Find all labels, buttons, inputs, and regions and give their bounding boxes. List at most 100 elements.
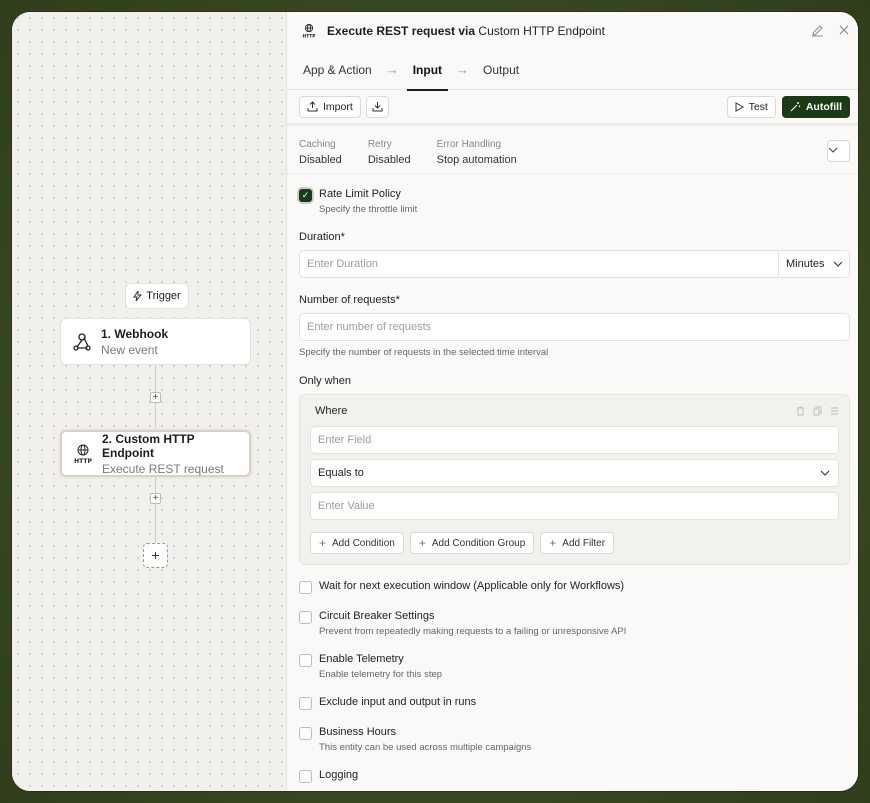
trigger-label: Trigger (146, 290, 181, 302)
svg-text:HTTP: HTTP (303, 34, 317, 39)
wait-window-option: Wait for next execution window (Applicab… (299, 580, 850, 594)
rate-limit-checkbox[interactable]: ✓ (299, 189, 312, 202)
autofill-label: Autofill (805, 100, 842, 113)
only-when-label: Only when (299, 375, 351, 387)
tab-input[interactable]: Input (406, 50, 449, 91)
http-endpoint-node[interactable]: HTTP 2. Custom HTTP Endpoint Execute RES… (60, 430, 251, 477)
requests-placeholder: Enter number of requests (307, 321, 432, 333)
import-button[interactable]: Import (299, 95, 361, 118)
setting-label: Caching (299, 139, 336, 150)
circuit-breaker-option: Circuit Breaker Settings Prevent from re… (299, 610, 850, 637)
edit-icon[interactable] (811, 24, 824, 37)
close-icon[interactable] (838, 24, 850, 37)
input-form: ✓ Rate Limit Policy Specify the throttle… (287, 188, 858, 783)
test-label: Test (748, 100, 768, 113)
tab-app-action[interactable]: App & Action (303, 50, 372, 90)
test-button[interactable]: Test (726, 95, 776, 118)
step-tabs: App & Action → Input → Output (287, 50, 858, 91)
list-icon[interactable] (830, 406, 839, 416)
chevron-down-icon (833, 260, 843, 268)
add-condition-group-button[interactable]: + Add Condition Group (409, 532, 535, 554)
autofill-button[interactable]: Autofill (781, 95, 850, 118)
chevron-down-icon (828, 141, 849, 159)
value-placeholder: Enter Value (318, 500, 375, 512)
node-title: 1. Webhook (101, 326, 169, 341)
upload-icon (307, 101, 318, 112)
node-subtitle: Execute REST request (102, 461, 224, 476)
condition-field-input[interactable]: Enter Field (310, 426, 839, 454)
option-label: Enable Telemetry (319, 653, 404, 665)
bolt-icon (133, 291, 143, 301)
webhook-node[interactable]: 1. Webhook New event (60, 318, 251, 365)
requests-help: Specify the number of requests in the se… (299, 347, 549, 358)
logging-checkbox[interactable] (299, 770, 312, 783)
setting-retry: Retry Disabled (368, 139, 411, 173)
requests-label: Number of requests* (299, 294, 400, 306)
chevron-down-icon (820, 469, 830, 477)
button-label: Add Condition (332, 537, 395, 549)
setting-label: Error Handling (436, 139, 502, 150)
option-label: Circuit Breaker Settings (319, 610, 435, 622)
option-help: Prevent from repeatedly making requests … (319, 626, 627, 637)
magic-wand-icon (790, 101, 801, 112)
circuit-breaker-checkbox[interactable] (299, 611, 312, 624)
add-step-button[interactable]: + (150, 493, 161, 504)
setting-label: Retry (367, 139, 392, 150)
tab-output[interactable]: Output (483, 50, 519, 90)
duration-input[interactable]: Enter Duration Minutes (299, 250, 850, 278)
field-placeholder: Enter Field (318, 434, 372, 446)
option-label: Exclude input and output in runs (319, 696, 477, 708)
toolbar: Import Test Autofill (287, 90, 858, 126)
copy-icon[interactable] (813, 406, 822, 416)
option-help: Specify the throttle limit (319, 204, 418, 215)
panel-header: HTTP Execute REST request via Custom HTT… (287, 12, 858, 50)
node-title: 2. Custom HTTP Endpoint (102, 431, 195, 460)
download-button[interactable] (365, 95, 389, 118)
trash-icon[interactable] (796, 406, 805, 416)
duration-label: Duration* (299, 231, 345, 243)
add-node-button[interactable]: + (143, 543, 168, 568)
option-label: Rate Limit Policy (319, 188, 401, 200)
exclude-io-option: Exclude input and output in runs (299, 696, 850, 710)
webhook-icon (71, 332, 93, 352)
option-label: Wait for next execution window (Applicab… (319, 580, 625, 592)
workflow-canvas[interactable]: Trigger 1. Webhook New event + HTTP 2. C… (12, 12, 286, 791)
plus-icon: + (549, 536, 557, 550)
expand-settings-button[interactable] (827, 140, 850, 162)
condition-operator-select[interactable]: Equals to (310, 459, 839, 487)
option-help: This entity can be used across multiple … (319, 742, 532, 753)
http-globe-icon: HTTP (301, 23, 317, 39)
import-label: Import (323, 100, 353, 113)
condition-value-input[interactable]: Enter Value (310, 492, 839, 520)
svg-text:HTTP: HTTP (74, 458, 92, 465)
duration-unit-select[interactable]: Minutes (778, 251, 849, 277)
add-condition-button[interactable]: + Add Condition (310, 532, 404, 554)
option-label: Business Hours (319, 726, 397, 738)
duration-placeholder: Enter Duration (307, 258, 378, 270)
step-settings-summary: Caching Disabled Retry Disabled Error Ha… (287, 126, 858, 174)
button-label: Add Filter (562, 537, 606, 549)
business-hours-option: Business Hours This entity can be used a… (299, 726, 850, 753)
wait-window-checkbox[interactable] (299, 581, 312, 594)
duration-unit-value: Minutes (786, 258, 825, 270)
telemetry-checkbox[interactable] (299, 654, 312, 667)
add-filter-button[interactable]: + Add Filter (540, 532, 615, 554)
node-subtitle: New event (101, 342, 158, 357)
button-label: Add Condition Group (431, 537, 526, 549)
exclude-io-checkbox[interactable] (299, 697, 312, 710)
option-label: Logging (319, 769, 359, 781)
telemetry-option: Enable Telemetry Enable telemetry for th… (299, 653, 850, 680)
plus-icon: + (418, 536, 426, 550)
condition-builder: Where Enter Field Equals to Enter Value … (299, 394, 850, 565)
where-label: Where (315, 405, 348, 417)
trigger-chip[interactable]: Trigger (125, 283, 189, 309)
connector-line (155, 477, 156, 543)
play-icon (735, 101, 744, 112)
requests-input[interactable]: Enter number of requests (299, 313, 850, 341)
panel-title: Execute REST request via (327, 24, 476, 38)
add-step-button[interactable]: + (150, 392, 161, 403)
plus-icon: + (319, 536, 327, 550)
business-hours-checkbox[interactable] (299, 727, 312, 740)
setting-caching: Caching Disabled (299, 139, 342, 173)
setting-value: Stop automation (436, 154, 517, 166)
